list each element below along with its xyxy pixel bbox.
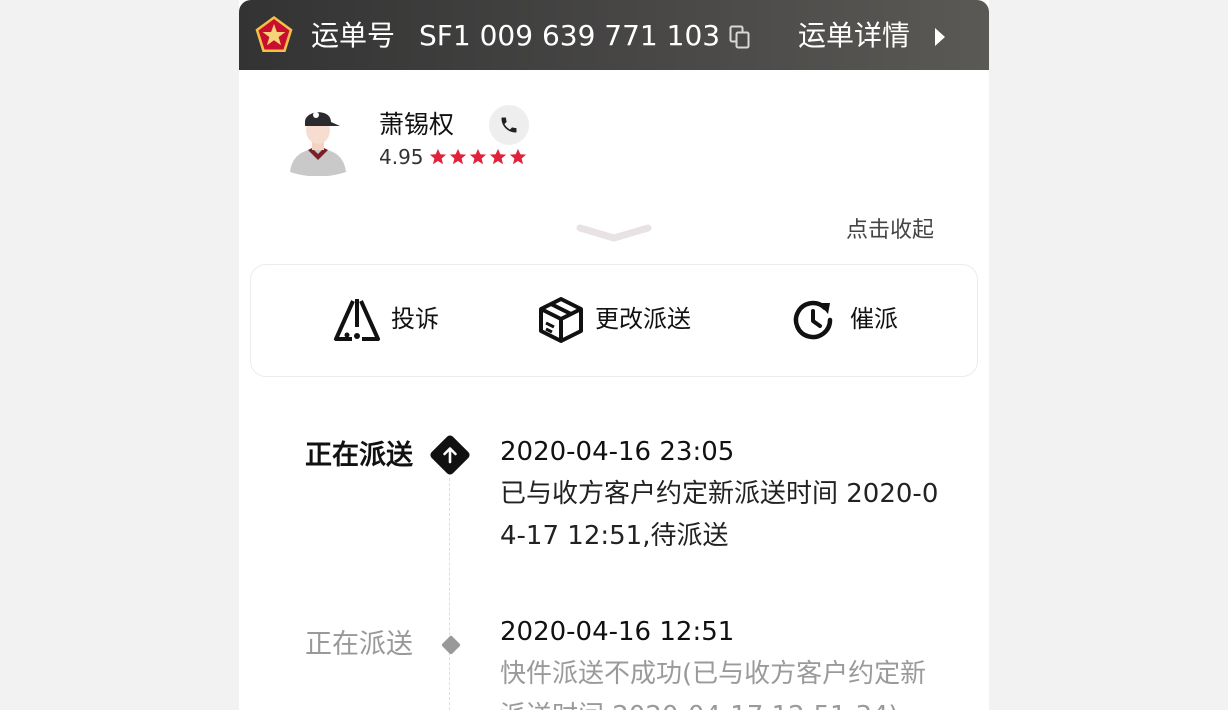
change-delivery-label: 更改派送: [595, 305, 691, 333]
chevron-down-icon[interactable]: [575, 222, 653, 244]
waybill-label: 运单号: [311, 19, 396, 52]
star-icon: [489, 148, 507, 165]
star-icon: [509, 148, 527, 165]
collapse-link[interactable]: 点击收起: [846, 216, 934, 246]
clock-refresh-icon: [793, 300, 833, 340]
package-icon: [539, 297, 583, 343]
timeline-event-time: 2020-04-16 12:51: [500, 617, 735, 647]
courier-name: 萧锡权: [379, 110, 455, 139]
complain-label: 投诉: [391, 305, 439, 333]
rating-stars: [429, 148, 527, 168]
timeline-line: [449, 478, 450, 710]
timeline-event-description: 已与收方客户约定新派送时间 2020-04-17 12:51,待派送: [500, 479, 939, 551]
action-card: 投诉 更改派送 催派: [250, 264, 978, 377]
waybill-header: 运单号 SF1 009 639 771 103 运单详情: [239, 0, 989, 70]
phone-icon: [501, 117, 517, 133]
courier-rating: 4.95: [379, 145, 424, 169]
warning-icon: [334, 299, 380, 341]
star-icon: [429, 148, 447, 165]
timeline-event-time: 2020-04-16 23:05: [500, 437, 735, 467]
waybill-detail-link[interactable]: 运单详情: [798, 18, 910, 54]
star-icon: [449, 148, 467, 165]
star-icon: [469, 148, 487, 165]
courier-avatar: [290, 112, 346, 176]
diamond-node-icon: [441, 635, 461, 655]
app-screen: 运单号 SF1 009 639 771 103 运单详情 萧锡权 4.95 点击…: [239, 0, 989, 710]
sf-logo-icon: [255, 16, 293, 52]
caret-right-icon[interactable]: [935, 28, 945, 46]
arrow-up-icon: [430, 435, 470, 475]
call-button[interactable]: [489, 105, 529, 145]
copy-icon[interactable]: [729, 25, 751, 49]
waybill-number: SF1 009 639 771 103: [419, 19, 721, 52]
urge-delivery-label: 催派: [850, 305, 898, 333]
timeline-status: 正在派送: [305, 629, 413, 660]
timeline-status-current: 正在派送: [305, 440, 413, 471]
timeline-event-description: 快件派送不成功(已与收方客户约定新派送时间 2020-04-17 12:51:3…: [500, 659, 927, 710]
